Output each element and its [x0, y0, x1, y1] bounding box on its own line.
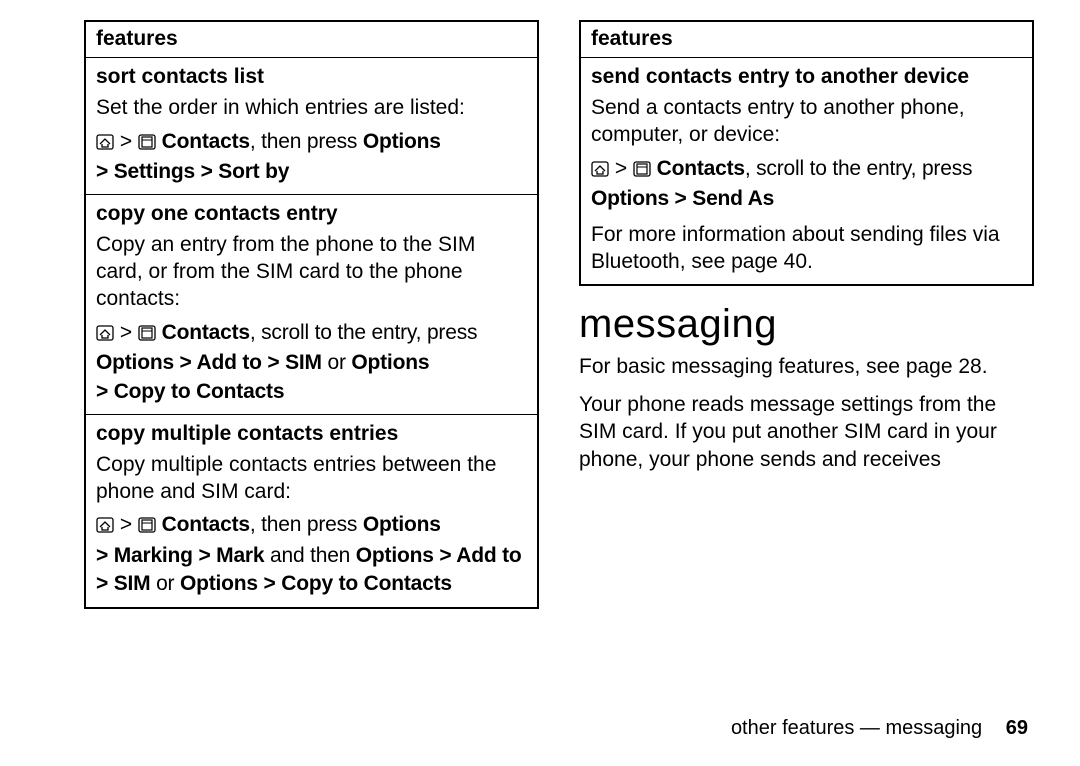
contacts-icon — [138, 130, 156, 158]
or: or — [322, 351, 352, 374]
feature-desc: Set the order in which entries are liste… — [96, 96, 465, 119]
table-header: features — [580, 21, 1033, 57]
nav-a: Options > Add to > SIM — [96, 351, 322, 374]
feature-cell-copy-multi: copy multiple contacts entries Copy mult… — [85, 414, 538, 607]
nav-path: > Contacts, scroll to the entry, press O… — [96, 319, 527, 406]
contacts-icon — [138, 513, 156, 541]
nav-3: > Copy to Contacts — [96, 380, 284, 403]
left-column: features sort contacts list Set the orde… — [84, 20, 539, 609]
mid: and then — [264, 544, 355, 567]
body-paragraph: Your phone reads message settings from t… — [579, 391, 1034, 474]
home-icon — [96, 513, 114, 541]
home-icon — [591, 157, 609, 185]
gt: > — [615, 157, 627, 180]
table-header: features — [85, 21, 538, 57]
nav-path: > Contacts, then press Options > Marking… — [96, 511, 527, 598]
options-label: Options — [363, 130, 441, 153]
features-table-right: features send contacts entry to another … — [579, 20, 1034, 286]
gt: > — [120, 130, 132, 153]
section-heading-messaging: messaging — [579, 302, 1034, 347]
features-table-left: features sort contacts list Set the orde… — [84, 20, 539, 609]
nav-b: Options — [351, 351, 429, 374]
text: , scroll to the entry, press — [745, 157, 972, 180]
manual-page: features sort contacts list Set the orde… — [0, 0, 1080, 609]
feature-cell-send: send contacts entry to another device Se… — [580, 57, 1033, 284]
nav-2: Options > Send As — [591, 187, 774, 210]
feature-desc: Copy an entry from the phone to the SIM … — [96, 233, 475, 310]
text: , then press — [250, 130, 363, 153]
home-icon — [96, 130, 114, 158]
nav-3b: Options > Copy to Contacts — [180, 572, 452, 595]
right-column: features send contacts entry to another … — [579, 20, 1034, 609]
app-name: Contacts — [657, 157, 745, 180]
feature-cell-copy-one: copy one contacts entry Copy an entry fr… — [85, 195, 538, 415]
page-footer: other features — messaging 69 — [731, 717, 1028, 740]
feature-desc: Send a contacts entry to another phone, … — [591, 96, 965, 146]
nav-path-2: > Settings > Sort by — [96, 160, 289, 183]
app-name: Contacts — [162, 130, 250, 153]
feature-title: sort contacts list — [96, 64, 527, 91]
or: or — [150, 572, 180, 595]
nav-a: > Marking > Mark — [96, 544, 264, 567]
app-name: Contacts — [162, 321, 250, 344]
contacts-icon — [138, 321, 156, 349]
feature-title: copy multiple contacts entries — [96, 421, 527, 448]
feature-more: For more information about sending files… — [591, 221, 1022, 276]
gt: > — [120, 513, 132, 536]
contacts-icon — [633, 157, 651, 185]
footer-text: other features — messaging — [731, 717, 982, 739]
feature-cell-sort: sort contacts list Set the order in whic… — [85, 57, 538, 194]
text: , scroll to the entry, press — [250, 321, 477, 344]
feature-desc: Copy multiple contacts entries between t… — [96, 453, 496, 503]
nav-path: > Contacts, scroll to the entry, press O… — [591, 155, 1022, 214]
feature-title: send contacts entry to another device — [591, 64, 1022, 91]
nav-b: Options > Add to — [356, 544, 522, 567]
nav-path: > Contacts, then press Options > Setting… — [96, 128, 527, 187]
nav-3a: > SIM — [96, 572, 150, 595]
options-label: Options — [363, 513, 441, 536]
text: , then press — [250, 513, 363, 536]
feature-title: copy one contacts entry — [96, 201, 527, 228]
body-paragraph: For basic messaging features, see page 2… — [579, 353, 1034, 381]
page-number: 69 — [1006, 717, 1028, 739]
app-name: Contacts — [162, 513, 250, 536]
home-icon — [96, 321, 114, 349]
gt: > — [120, 321, 132, 344]
